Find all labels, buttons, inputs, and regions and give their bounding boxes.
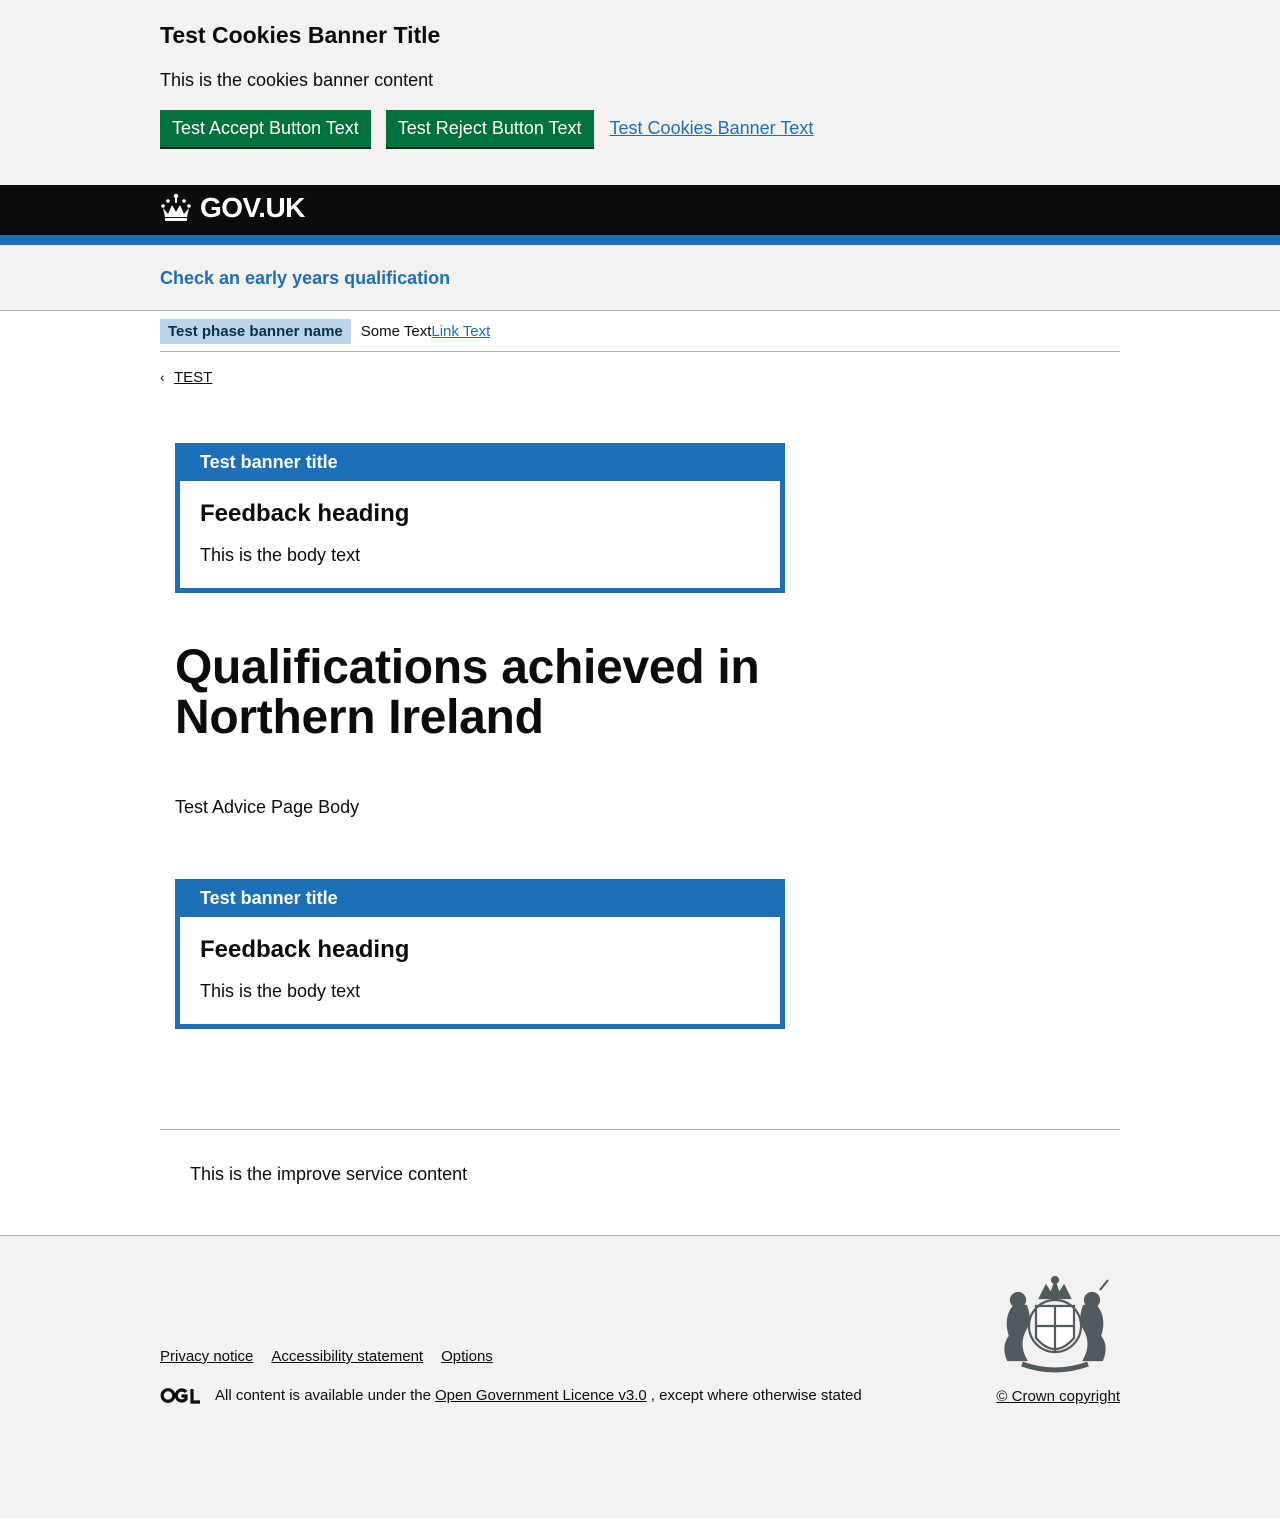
licence-prefix: All content is available under the [215,1387,431,1404]
feedback-heading: Feedback heading [200,500,410,527]
cookie-banner-actions: Test Accept Button Text Test Reject Butt… [160,110,1280,147]
feedback-banner-title: Test banner title [180,884,780,917]
page-title: Qualifications achieved in Northern Irel… [175,641,760,744]
royal-coat-of-arms-icon [1004,1276,1109,1373]
cookie-banner-content: This is the cookies banner content [160,70,434,90]
footer-licence: All content is available under the Open … [160,1387,862,1404]
cookies-link[interactable]: Test Cookies Banner Text [610,118,814,139]
footer-link-privacy[interactable]: Privacy notice [160,1348,253,1365]
accept-cookies-button[interactable]: Test Accept Button Text [160,110,371,147]
phase-tag: Test phase banner name [160,319,351,344]
licence-suffix: , except where otherwise stated [650,1387,862,1404]
feedback-body-text: This is the body text [200,981,361,1001]
site-header: GOV.UK [0,185,1280,235]
footer-link-accessibility[interactable]: Accessibility statement [271,1348,423,1365]
header-logo[interactable]: GOV.UK [160,192,305,224]
cookie-banner: Test Cookies Banner Title This is the co… [0,0,1280,185]
improve-service-section: This is the improve service content [160,1129,1120,1235]
service-name-link[interactable]: Check an early years qualification [160,268,450,288]
service-navigation: Check an early years qualification [0,245,1280,311]
feedback-banner-title: Test banner title [180,448,780,481]
feedback-banner-body: Feedback heading This is the body text [180,917,780,1024]
site-footer: Privacy notice Accessibility statement O… [0,1235,1280,1518]
feedback-heading: Feedback heading [200,936,410,963]
feedback-banner-body: Feedback heading This is the body text [180,481,780,588]
feedback-body-text: This is the body text [200,545,361,565]
crown-icon [161,193,191,221]
reject-cookies-button[interactable]: Test Reject Button Text [385,110,594,147]
header-stripe [0,235,1280,245]
footer-links: Privacy notice Accessibility statement O… [160,1348,511,1365]
chevron-left-icon: ‹ [160,369,165,385]
improve-service-text: This is the improve service content [190,1164,468,1184]
feedback-banner-bottom: Test banner title Feedback heading This … [175,879,785,1029]
advice-page-body: Test Advice Page Body [175,797,360,817]
footer-link-options[interactable]: Options [441,1348,493,1365]
phase-banner: Test phase banner name Some Text Link Te… [160,319,1120,352]
back-link[interactable]: TEST [174,369,212,386]
govuk-logotype: GOV.UK [200,192,305,223]
licence-link[interactable]: Open Government Licence v3.0 [435,1387,647,1404]
ogl-logo-icon [160,1388,200,1404]
feedback-banner-top: Test banner title Feedback heading This … [175,443,785,593]
cookie-banner-title: Test Cookies Banner Title [160,22,441,48]
back-link-container: ‹ TEST [160,367,1280,387]
phase-banner-link[interactable]: Link Text [431,319,490,344]
crown-copyright-link[interactable]: © Crown copyright [996,1388,1120,1405]
phase-banner-text: Some Text [360,323,432,340]
